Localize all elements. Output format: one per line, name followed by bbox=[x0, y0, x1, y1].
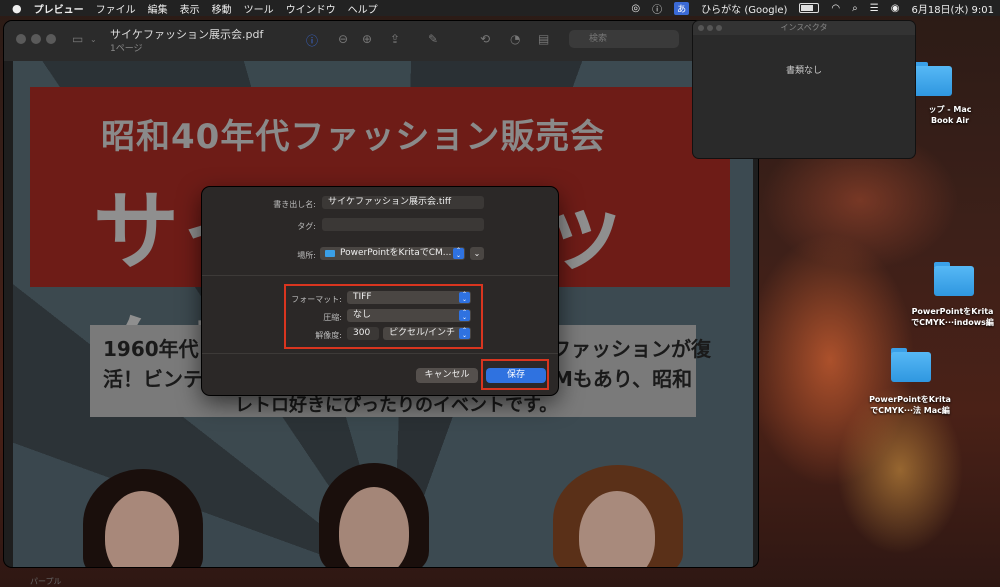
preview-toolbar: ▭ ⌄ サイケファッション展示会.pdf 1ページ ⓘ ⊖ ⊕ ⇪ ✎ ⟲ ◔ … bbox=[4, 21, 758, 61]
export-as-label: 書き出し名: bbox=[273, 200, 316, 209]
search-field[interactable]: 検索 bbox=[569, 30, 679, 48]
location-value: PowerPointをKritaでCM... bbox=[340, 248, 452, 258]
menu-tools[interactable]: ツール bbox=[244, 1, 274, 16]
minimize-button[interactable] bbox=[31, 34, 41, 44]
info-icon[interactable]: ⓘ bbox=[306, 32, 318, 49]
inspector-titlebar: インスペクタ bbox=[693, 21, 915, 35]
desktop-item-label[interactable]: PowerPointをKrita でCMYK···indows編 bbox=[905, 306, 1000, 328]
poster-line-1a: 1960年代 bbox=[103, 337, 199, 361]
export-dialog: 書き出し名: サイケファッション展示会.tiff タグ: 場所: PowerPo… bbox=[202, 187, 558, 395]
inspector-title: インスペクタ bbox=[780, 23, 828, 32]
control-center-icon[interactable]: ☰ bbox=[870, 3, 879, 14]
menu-edit[interactable]: 編集 bbox=[148, 1, 168, 16]
input-source-label[interactable]: ひらがな (Google) bbox=[701, 1, 787, 16]
zoom-in-icon[interactable]: ⊕ bbox=[362, 32, 372, 46]
ime-badge[interactable]: あ bbox=[674, 1, 690, 15]
desktop-item-label[interactable]: PowerPointをKrita でCMYK···法 Mac編 bbox=[858, 394, 962, 416]
location-label: 場所: bbox=[297, 251, 316, 260]
separator bbox=[202, 275, 558, 276]
chevron-down-icon: ⌄ bbox=[473, 249, 481, 258]
form-icon[interactable]: ▤ bbox=[538, 32, 549, 46]
close-button[interactable] bbox=[16, 34, 26, 44]
desktop-item-label-line1: PowerPointをKrita bbox=[869, 395, 951, 404]
expand-button[interactable]: ⌄ bbox=[470, 247, 484, 260]
highlight-box bbox=[481, 359, 549, 390]
desktop-item-label-line2: でCMYK···法 Mac編 bbox=[870, 406, 950, 415]
menu-window[interactable]: ウインドウ bbox=[286, 1, 336, 16]
dock-hint: パープル bbox=[30, 577, 62, 586]
menu-go[interactable]: 移動 bbox=[212, 1, 232, 16]
zoom-button[interactable] bbox=[46, 34, 56, 44]
window-title: サイケファッション展示会.pdf bbox=[110, 28, 264, 41]
tags-field[interactable] bbox=[322, 218, 484, 231]
markup-icon[interactable]: ✎ bbox=[428, 32, 438, 46]
folder-icon bbox=[325, 250, 335, 257]
folder-icon[interactable] bbox=[934, 262, 974, 296]
desktop-item-label-line1: PowerPointをKrita bbox=[911, 307, 994, 316]
model-face bbox=[339, 487, 409, 567]
inspector-message: 書類なし bbox=[785, 66, 822, 76]
rotate-icon[interactable]: ⟲ bbox=[480, 32, 490, 46]
menu-bar: ● プレビュー ファイル 編集 表示 移動 ツール ウインドウ ヘルプ ◎ ⓘ … bbox=[0, 0, 1000, 16]
popup-stepper-icon: ⌃ ⌄ bbox=[453, 248, 464, 259]
creative-cloud-icon[interactable]: ◎ bbox=[631, 3, 640, 14]
tags-label: タグ: bbox=[297, 222, 316, 231]
annotate-icon[interactable]: ◔ bbox=[510, 32, 520, 46]
wifi-icon[interactable]: ◠ bbox=[831, 3, 840, 14]
folder-icon[interactable] bbox=[891, 348, 931, 382]
poster-headline-1: 昭和40年代ファッション販売会 bbox=[101, 117, 606, 157]
cancel-button[interactable]: キャンセル bbox=[416, 368, 478, 383]
menu-file[interactable]: ファイル bbox=[96, 1, 136, 16]
apple-icon[interactable]: ● bbox=[12, 2, 22, 15]
desktop-item-label-line2: でCMYK···indows編 bbox=[911, 318, 994, 327]
window-subtitle: 1ページ bbox=[110, 44, 143, 54]
desktop-item-label-line1: ップ - Mac bbox=[928, 105, 972, 114]
clock[interactable]: 6月18日(水) 9:01 bbox=[911, 1, 994, 16]
menu-view[interactable]: 表示 bbox=[180, 1, 200, 16]
search-placeholder: 検索 bbox=[589, 34, 608, 44]
inspector-window: インスペクタ 書類なし bbox=[693, 21, 915, 158]
poster-line-1b: ファッションが復 bbox=[551, 337, 711, 361]
siri-icon[interactable]: ◉ bbox=[891, 3, 900, 14]
info-icon[interactable]: ⓘ bbox=[652, 1, 662, 16]
highlight-box bbox=[284, 284, 483, 349]
menu-app-name[interactable]: プレビュー bbox=[34, 1, 84, 16]
battery-icon[interactable] bbox=[799, 3, 820, 13]
poster-line-2b: Mもあり、昭和 bbox=[553, 367, 693, 391]
chevron-down-icon[interactable]: ⌄ bbox=[90, 35, 97, 44]
desktop-item-label[interactable]: ップ - Mac Book Air bbox=[900, 104, 1000, 126]
location-popup[interactable]: PowerPointをKritaでCM... ⌃ ⌄ bbox=[320, 247, 465, 260]
poster-line-2a: 活！ビンテ bbox=[103, 367, 203, 391]
zoom-out-icon[interactable]: ⊖ bbox=[338, 32, 348, 46]
share-icon[interactable]: ⇪ bbox=[390, 32, 400, 46]
export-as-field[interactable]: サイケファッション展示会.tiff bbox=[322, 196, 484, 209]
separator bbox=[202, 353, 558, 354]
desktop-item-label-line2: Book Air bbox=[930, 116, 970, 125]
sidebar-icon[interactable]: ▭ bbox=[72, 32, 83, 46]
menu-help[interactable]: ヘルプ bbox=[348, 1, 378, 16]
folder-icon[interactable] bbox=[912, 62, 952, 96]
search-icon[interactable]: ⌕ bbox=[852, 3, 858, 14]
